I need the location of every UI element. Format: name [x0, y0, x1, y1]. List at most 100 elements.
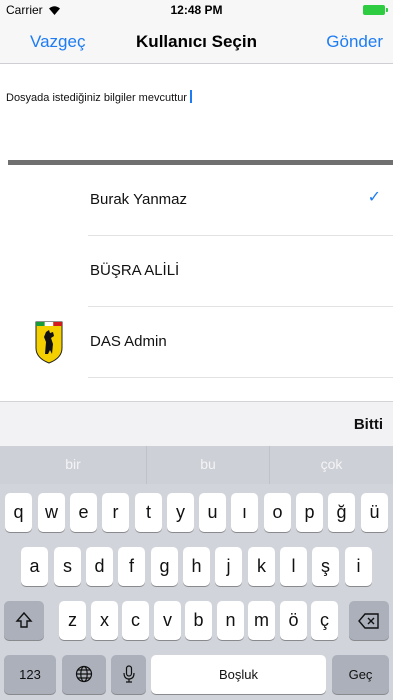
key-f[interactable]: f [118, 547, 145, 586]
key-label: Geç [348, 667, 373, 682]
key-ü[interactable]: ü [361, 493, 388, 532]
key-ö[interactable]: ö [280, 601, 307, 640]
status-time: 12:48 PM [170, 3, 223, 17]
key-ı[interactable]: ı [231, 493, 258, 532]
key-u[interactable]: u [199, 493, 226, 532]
key-label: n [225, 610, 236, 630]
key-label: 123 [19, 667, 41, 682]
globe-key[interactable] [62, 655, 106, 694]
key-label: k [257, 556, 266, 576]
key-ç[interactable]: ç [311, 601, 338, 640]
key-e[interactable]: e [70, 493, 97, 532]
globe-icon [62, 655, 106, 694]
key-ş[interactable]: ş [312, 547, 339, 586]
key-h[interactable]: h [183, 547, 210, 586]
message-value: Dosyada istediğiniz bilgiler mevcuttur [6, 92, 187, 104]
key-label: m [254, 610, 269, 630]
suggestion-3[interactable]: çok [270, 446, 393, 484]
key-n[interactable]: n [217, 601, 244, 640]
key-label: v [163, 610, 172, 630]
key-c[interactable]: c [122, 601, 149, 640]
key-i[interactable]: i [345, 547, 372, 586]
key-label: ö [288, 610, 299, 630]
key-label: r [112, 502, 119, 522]
suggestion-1[interactable]: bir [0, 446, 146, 484]
key-l[interactable]: l [280, 547, 307, 586]
checkmark-icon: ✓ [367, 189, 381, 206]
key-label: w [45, 502, 58, 522]
key-label: ü [369, 502, 380, 522]
battery-icon [363, 5, 388, 15]
key-label: e [78, 502, 89, 522]
key-x[interactable]: x [91, 601, 118, 640]
key-q[interactable]: q [5, 493, 32, 532]
key-a[interactable]: a [21, 547, 48, 586]
suggestion-2[interactable]: bu [146, 446, 270, 484]
key-k[interactable]: k [248, 547, 275, 586]
numbers-key[interactable]: 123 [4, 655, 56, 694]
key-label: l [291, 556, 296, 576]
keyboard-accessory-bar: Bitti [0, 401, 393, 446]
user-row-busra-alili[interactable]: BÜŞRA ALİLİ [0, 236, 393, 307]
message-text-area[interactable]: Dosyada istediğiniz bilgiler mevcuttur [0, 64, 393, 160]
key-label: h [191, 556, 202, 576]
ferrari-logo-icon [34, 320, 64, 364]
key-label: Boşluk [218, 667, 259, 682]
shift-key[interactable] [4, 601, 44, 640]
user-name: DAS Admin [90, 333, 167, 350]
key-m[interactable]: m [248, 601, 275, 640]
text-cursor [189, 90, 192, 103]
key-label: d [94, 556, 105, 576]
key-y[interactable]: y [167, 493, 194, 532]
key-label: t [145, 502, 151, 522]
navigation-bar: Vazgeç Kullanıcı Seçin Gönder [0, 20, 393, 64]
key-j[interactable]: j [215, 547, 242, 586]
key-t[interactable]: t [135, 493, 162, 532]
key-label: s [63, 556, 72, 576]
key-s[interactable]: s [54, 547, 81, 586]
user-row-burak-yanmaz[interactable]: Burak Yanmaz ✓ [0, 165, 393, 236]
done-button[interactable]: Bitti [354, 416, 383, 433]
key-g[interactable]: g [151, 547, 178, 586]
key-label: a [29, 556, 40, 576]
key-label: p [304, 502, 315, 522]
suggestion-bar: bir bu çok [0, 446, 393, 484]
key-p[interactable]: p [296, 493, 323, 532]
key-label: x [100, 610, 109, 630]
keyboard: bir bu çok q we r t y u ı o p ğ ü a s d f g h j k l ş i z x c v b n… [0, 446, 393, 700]
key-z[interactable]: z [59, 601, 86, 640]
key-label: q [13, 502, 24, 522]
key-label: ğ [336, 502, 347, 522]
key-label: o [272, 502, 283, 522]
key-r[interactable]: r [102, 493, 129, 532]
key-label: f [128, 556, 134, 576]
microphone-icon [111, 655, 146, 694]
key-b[interactable]: b [185, 601, 212, 640]
key-label: y [176, 502, 185, 522]
key-v[interactable]: v [154, 601, 181, 640]
send-button[interactable]: Gönder [326, 32, 383, 52]
key-label: g [159, 556, 170, 576]
key-o[interactable]: o [264, 493, 291, 532]
key-label: b [193, 610, 204, 630]
status-bar: Carrier 12:48 PM [0, 0, 393, 20]
key-ğ[interactable]: ğ [328, 493, 355, 532]
space-key[interactable]: Boşluk [151, 655, 326, 694]
key-w[interactable]: w [38, 493, 65, 532]
key-label: j [226, 556, 231, 576]
shift-icon [4, 601, 44, 640]
key-label: ç [320, 610, 329, 630]
backspace-icon [349, 601, 389, 640]
key-label: ı [241, 502, 247, 522]
go-key[interactable]: Geç [332, 655, 389, 694]
backspace-key[interactable] [349, 601, 389, 640]
key-label: u [207, 502, 218, 522]
user-name: Burak Yanmaz [90, 191, 187, 208]
user-list: Burak Yanmaz ✓ BÜŞRA ALİLİ DAS Admin [0, 165, 393, 378]
key-label: c [131, 610, 140, 630]
key-label: ş [321, 556, 330, 576]
microphone-key[interactable] [111, 655, 146, 694]
user-row-das-admin[interactable]: DAS Admin [0, 307, 393, 378]
key-label: i [356, 556, 361, 576]
key-d[interactable]: d [86, 547, 113, 586]
